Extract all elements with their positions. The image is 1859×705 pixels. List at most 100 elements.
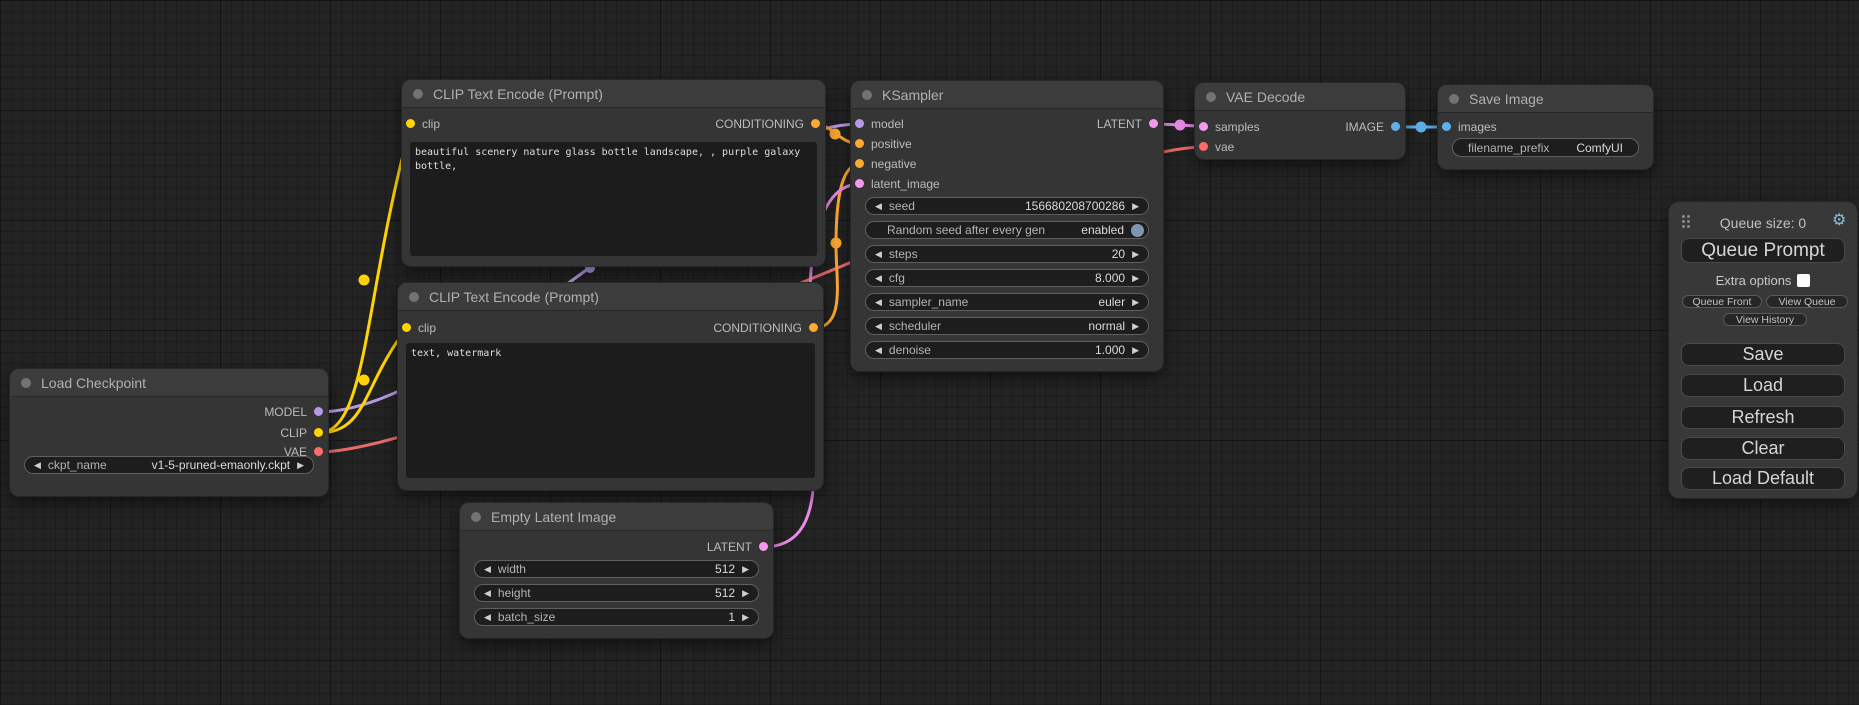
node-title-bar[interactable]: CLIP Text Encode (Prompt) <box>402 80 825 108</box>
save-button[interactable]: Save <box>1681 343 1845 366</box>
decrement-arrow-icon[interactable]: ◀ <box>484 613 491 622</box>
increment-arrow-icon[interactable]: ▶ <box>1132 274 1139 283</box>
collapse-dot-icon[interactable] <box>471 512 481 522</box>
collapse-dot-icon[interactable] <box>413 89 423 99</box>
view-history-button[interactable]: View History <box>1723 313 1807 326</box>
output-port-latent[interactable] <box>1149 119 1158 128</box>
increment-arrow-icon[interactable]: ▶ <box>742 613 749 622</box>
view-queue-button[interactable]: View Queue <box>1766 295 1848 308</box>
output-port-conditioning[interactable] <box>809 323 818 332</box>
comfyui-canvas[interactable]: { "colors": { "model": "#b49ae4", "clip"… <box>0 0 1859 705</box>
height-widget[interactable]: ◀ height 512 ▶ <box>474 584 759 602</box>
gear-icon[interactable]: ⚙ <box>1832 210 1846 230</box>
clear-button[interactable]: Clear <box>1681 437 1845 460</box>
input-port-clip[interactable] <box>406 119 415 128</box>
node-title: CLIP Text Encode (Prompt) <box>433 86 603 102</box>
input-port-clip[interactable] <box>402 323 411 332</box>
input-port-vae[interactable] <box>1199 142 1208 151</box>
extra-options-checkbox[interactable] <box>1797 274 1810 287</box>
queue-panel: Queue size: 0 ⚙ Queue Prompt Extra optio… <box>1669 202 1857 498</box>
node-title-bar[interactable]: Save Image <box>1438 85 1653 113</box>
load-button[interactable]: Load <box>1681 374 1845 397</box>
input-port-positive[interactable] <box>855 139 864 148</box>
decrement-arrow-icon[interactable]: ◀ <box>875 274 882 283</box>
node-title-bar[interactable]: Load Checkpoint <box>10 369 328 397</box>
queue-front-button[interactable]: Queue Front <box>1682 295 1762 308</box>
node-title-bar[interactable]: KSampler <box>851 81 1163 109</box>
load-default-button[interactable]: Load Default <box>1681 467 1845 490</box>
node-title-bar[interactable]: CLIP Text Encode (Prompt) <box>398 283 823 311</box>
decrement-arrow-icon[interactable]: ◀ <box>875 298 882 307</box>
cfg-widget[interactable]: ◀ cfg 8.000 ▶ <box>865 269 1149 287</box>
collapse-dot-icon[interactable] <box>1206 92 1216 102</box>
empty-latent-image-node[interactable]: Empty Latent Image LATENT ◀ width 512 ▶ … <box>460 503 773 638</box>
output-port-latent[interactable] <box>759 542 768 551</box>
negative-prompt-textarea[interactable]: text, watermark <box>406 343 815 478</box>
input-port-negative[interactable] <box>855 159 864 168</box>
clip-text-encode-positive-node[interactable]: CLIP Text Encode (Prompt) clip CONDITION… <box>402 80 825 266</box>
increment-arrow-icon[interactable]: ▶ <box>742 565 749 574</box>
input-port-images[interactable] <box>1442 122 1451 131</box>
widget-value: ComfyUI <box>1576 140 1623 156</box>
scheduler-widget[interactable]: ◀ scheduler normal ▶ <box>865 317 1149 335</box>
ckpt-name-widget[interactable]: ◀ ckpt_name v1-5-pruned-emaonly.ckpt ▶ <box>24 456 314 474</box>
decrement-arrow-icon[interactable]: ◀ <box>875 250 882 259</box>
random-seed-widget[interactable]: Random seed after every gen enabled <box>865 221 1149 239</box>
node-title-bar[interactable]: Empty Latent Image <box>460 503 773 531</box>
collapse-dot-icon[interactable] <box>862 90 872 100</box>
sampler-name-widget[interactable]: ◀ sampler_name euler ▶ <box>865 293 1149 311</box>
output-port-vae[interactable] <box>314 447 323 456</box>
input-label-clip: clip <box>422 117 440 131</box>
widget-value: 512 <box>715 585 735 601</box>
widget-value: 8.000 <box>1095 270 1125 286</box>
input-port-model[interactable] <box>855 119 864 128</box>
widget-value: 1 <box>728 609 735 625</box>
batch-size-widget[interactable]: ◀ batch_size 1 ▶ <box>474 608 759 626</box>
widget-label: width <box>498 561 526 577</box>
filename-prefix-widget[interactable]: filename_prefix ComfyUI <box>1452 138 1639 157</box>
widget-value: 512 <box>715 561 735 577</box>
output-port-clip[interactable] <box>314 428 323 437</box>
collapse-dot-icon[interactable] <box>409 292 419 302</box>
save-image-node[interactable]: Save Image images filename_prefix ComfyU… <box>1438 85 1653 169</box>
refresh-button[interactable]: Refresh <box>1681 406 1845 429</box>
output-port-image[interactable] <box>1391 122 1400 131</box>
decrement-arrow-icon[interactable]: ◀ <box>34 461 41 470</box>
increment-arrow-icon[interactable]: ▶ <box>1132 298 1139 307</box>
width-widget[interactable]: ◀ width 512 ▶ <box>474 560 759 578</box>
output-port-conditioning[interactable] <box>811 119 820 128</box>
seed-widget[interactable]: ◀ seed 156680208700286 ▶ <box>865 197 1149 215</box>
decrement-arrow-icon[interactable]: ◀ <box>875 202 882 211</box>
increment-arrow-icon[interactable]: ▶ <box>1132 322 1139 331</box>
port-row: latent_image <box>851 174 1163 194</box>
increment-arrow-icon[interactable]: ▶ <box>742 589 749 598</box>
increment-arrow-icon[interactable]: ▶ <box>1132 250 1139 259</box>
output-row: MODEL <box>10 402 328 422</box>
queue-prompt-button[interactable]: Queue Prompt <box>1681 238 1845 263</box>
input-port-samples[interactable] <box>1199 122 1208 131</box>
toggle-dot-icon[interactable] <box>1131 224 1144 237</box>
input-port-latent-image[interactable] <box>855 179 864 188</box>
increment-arrow-icon[interactable]: ▶ <box>1132 346 1139 355</box>
vae-decode-node[interactable]: VAE Decode samples IMAGE vae <box>1195 83 1405 159</box>
widget-value: 20 <box>1112 246 1125 262</box>
decrement-arrow-icon[interactable]: ◀ <box>875 346 882 355</box>
extra-options-label: Extra options <box>1716 273 1792 288</box>
widget-label: steps <box>889 246 918 262</box>
widget-label: sampler_name <box>889 294 968 310</box>
steps-widget[interactable]: ◀ steps 20 ▶ <box>865 245 1149 263</box>
decrement-arrow-icon[interactable]: ◀ <box>484 589 491 598</box>
increment-arrow-icon[interactable]: ▶ <box>297 461 304 470</box>
load-checkpoint-node[interactable]: Load Checkpoint MODEL CLIP VAE ◀ ckpt_na… <box>10 369 328 496</box>
ksampler-node[interactable]: KSampler model LATENT positive negative … <box>851 81 1163 371</box>
collapse-dot-icon[interactable] <box>21 378 31 388</box>
decrement-arrow-icon[interactable]: ◀ <box>875 322 882 331</box>
decrement-arrow-icon[interactable]: ◀ <box>484 565 491 574</box>
collapse-dot-icon[interactable] <box>1449 94 1459 104</box>
output-port-model[interactable] <box>314 407 323 416</box>
node-title-bar[interactable]: VAE Decode <box>1195 83 1405 111</box>
positive-prompt-textarea[interactable]: beautiful scenery nature glass bottle la… <box>410 142 817 256</box>
increment-arrow-icon[interactable]: ▶ <box>1132 202 1139 211</box>
clip-text-encode-negative-node[interactable]: CLIP Text Encode (Prompt) clip CONDITION… <box>398 283 823 490</box>
denoise-widget[interactable]: ◀ denoise 1.000 ▶ <box>865 341 1149 359</box>
